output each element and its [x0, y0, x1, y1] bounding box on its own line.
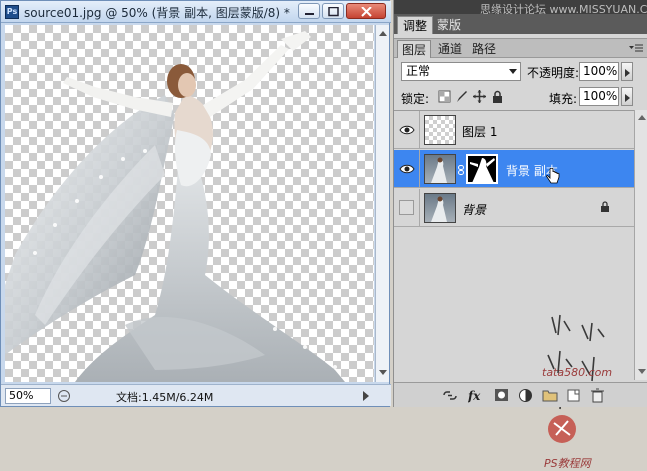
status-menu-icon[interactable] — [57, 389, 71, 403]
mask-shape-icon — [470, 158, 495, 182]
maximize-button[interactable] — [322, 3, 344, 19]
document-size: 文档:1.45M/6.24M — [116, 391, 214, 404]
panel-group: 思缘设计论坛 www.MISSYUAN.COM 调整 蒙版 图层 通道 路径 正… — [393, 0, 647, 470]
add-mask-icon[interactable] — [494, 388, 510, 403]
layer-style-fx-icon[interactable]: fx — [468, 388, 484, 403]
maximize-icon — [328, 7, 339, 17]
layer-thumbnail — [424, 193, 456, 223]
tab-layers[interactable]: 图层 — [397, 40, 432, 58]
scroll-down-icon[interactable] — [637, 366, 647, 376]
layer-list-scrollbar[interactable] — [634, 110, 647, 380]
layer-mask-thumbnail[interactable] — [466, 154, 498, 184]
bride-thumbnail-icon — [431, 157, 447, 183]
chevron-down-icon — [509, 69, 517, 74]
fill-label: 填充: — [549, 92, 578, 106]
opacity-label: 不透明度: — [527, 66, 580, 80]
document-window: Ps source01.jpg @ 50% (背景 副本, 图层蒙版/8) * — [0, 0, 391, 407]
layer-thumbnail — [424, 115, 456, 145]
lock-row: 锁定: 填充: 100% — [394, 86, 647, 108]
close-icon — [361, 7, 372, 17]
visibility-toggle[interactable] — [399, 200, 414, 215]
layer-row[interactable]: 图层 1 — [394, 111, 634, 149]
minimize-button[interactable] — [298, 3, 320, 19]
eye-icon[interactable] — [399, 162, 415, 176]
link-layers-icon[interactable] — [442, 388, 458, 403]
lock-transparent-pixels-icon[interactable] — [438, 90, 451, 103]
zoom-level-field[interactable]: 50% — [5, 388, 51, 404]
watermark-url: tata580.com — [542, 366, 613, 379]
fill-slider-button[interactable] — [621, 87, 633, 106]
chevron-right-icon — [625, 69, 630, 77]
svg-text:fx: fx — [468, 389, 481, 403]
fill-field[interactable]: 100% — [579, 87, 619, 106]
lock-label: 锁定: — [401, 92, 430, 106]
layers-footer-toolbar: fx — [394, 382, 647, 407]
panel-top-strip: 思缘设计论坛 www.MISSYUAN.COM — [394, 0, 647, 16]
layer-row[interactable]: 背景 — [394, 189, 634, 227]
delete-layer-icon[interactable] — [590, 388, 606, 403]
layer-thumbnail — [424, 154, 456, 184]
tab-channels[interactable]: 通道 — [434, 40, 466, 58]
tab-paths[interactable]: 路径 — [468, 40, 500, 58]
divider — [419, 189, 420, 227]
divider — [419, 150, 420, 188]
tab-adjustments[interactable]: 调整 — [397, 16, 434, 34]
chain-link-icon[interactable] — [458, 165, 464, 175]
lock-icon — [601, 201, 609, 212]
vertical-scrollbar[interactable] — [375, 25, 389, 382]
blend-mode-value: 正常 — [406, 64, 431, 78]
layers-tab-bar: 图层 通道 路径 — [394, 38, 647, 58]
chevron-right-icon — [625, 94, 630, 102]
bride-photo — [5, 31, 345, 382]
eye-icon[interactable] — [399, 123, 415, 137]
layer-name: 图层 1 — [462, 125, 498, 139]
scroll-down-icon[interactable] — [377, 365, 389, 379]
layer-name: 背景 — [462, 203, 487, 217]
lock-position-icon[interactable] — [473, 90, 486, 103]
opacity-slider-button[interactable] — [621, 62, 633, 81]
new-layer-icon[interactable] — [566, 388, 582, 403]
new-group-icon[interactable] — [542, 388, 558, 403]
scroll-up-icon[interactable] — [637, 113, 647, 123]
hand-cursor-icon — [546, 168, 560, 184]
layer-row[interactable]: 背景 副本 — [394, 150, 634, 188]
image-canvas[interactable] — [5, 25, 374, 382]
watermark-site: PS教程网 — [544, 457, 591, 470]
layer-list: 图层 1 背景 副本 背景 PS教程网 — [394, 110, 634, 470]
lock-image-pixels-icon[interactable] — [455, 90, 468, 103]
opacity-field[interactable]: 100% — [579, 62, 619, 81]
bride-thumbnail-icon — [431, 196, 447, 222]
status-expand-icon[interactable] — [361, 390, 371, 402]
divider — [419, 111, 420, 149]
adjustment-layer-icon[interactable] — [518, 388, 534, 403]
minimize-icon — [305, 13, 314, 15]
status-bar: 50% 文档:1.45M/6.24M — [1, 384, 391, 406]
tab-masks[interactable]: 蒙版 — [432, 16, 466, 34]
scroll-up-icon[interactable] — [377, 27, 389, 41]
document-title-bar[interactable]: Ps source01.jpg @ 50% (背景 副本, 图层蒙版/8) * — [1, 1, 391, 23]
lock-all-icon[interactable] — [491, 90, 504, 103]
photoshop-app-icon: Ps — [5, 5, 19, 19]
blend-mode-select[interactable]: 正常 — [401, 62, 521, 81]
blend-row: 正常 不透明度: 100% — [394, 60, 647, 84]
document-title: source01.jpg @ 50% (背景 副本, 图层蒙版/8) * — [24, 6, 290, 20]
adjustments-tab-bar: 调整 蒙版 — [394, 14, 647, 34]
panel-menu-icon[interactable] — [628, 43, 644, 55]
close-button[interactable] — [346, 3, 386, 19]
